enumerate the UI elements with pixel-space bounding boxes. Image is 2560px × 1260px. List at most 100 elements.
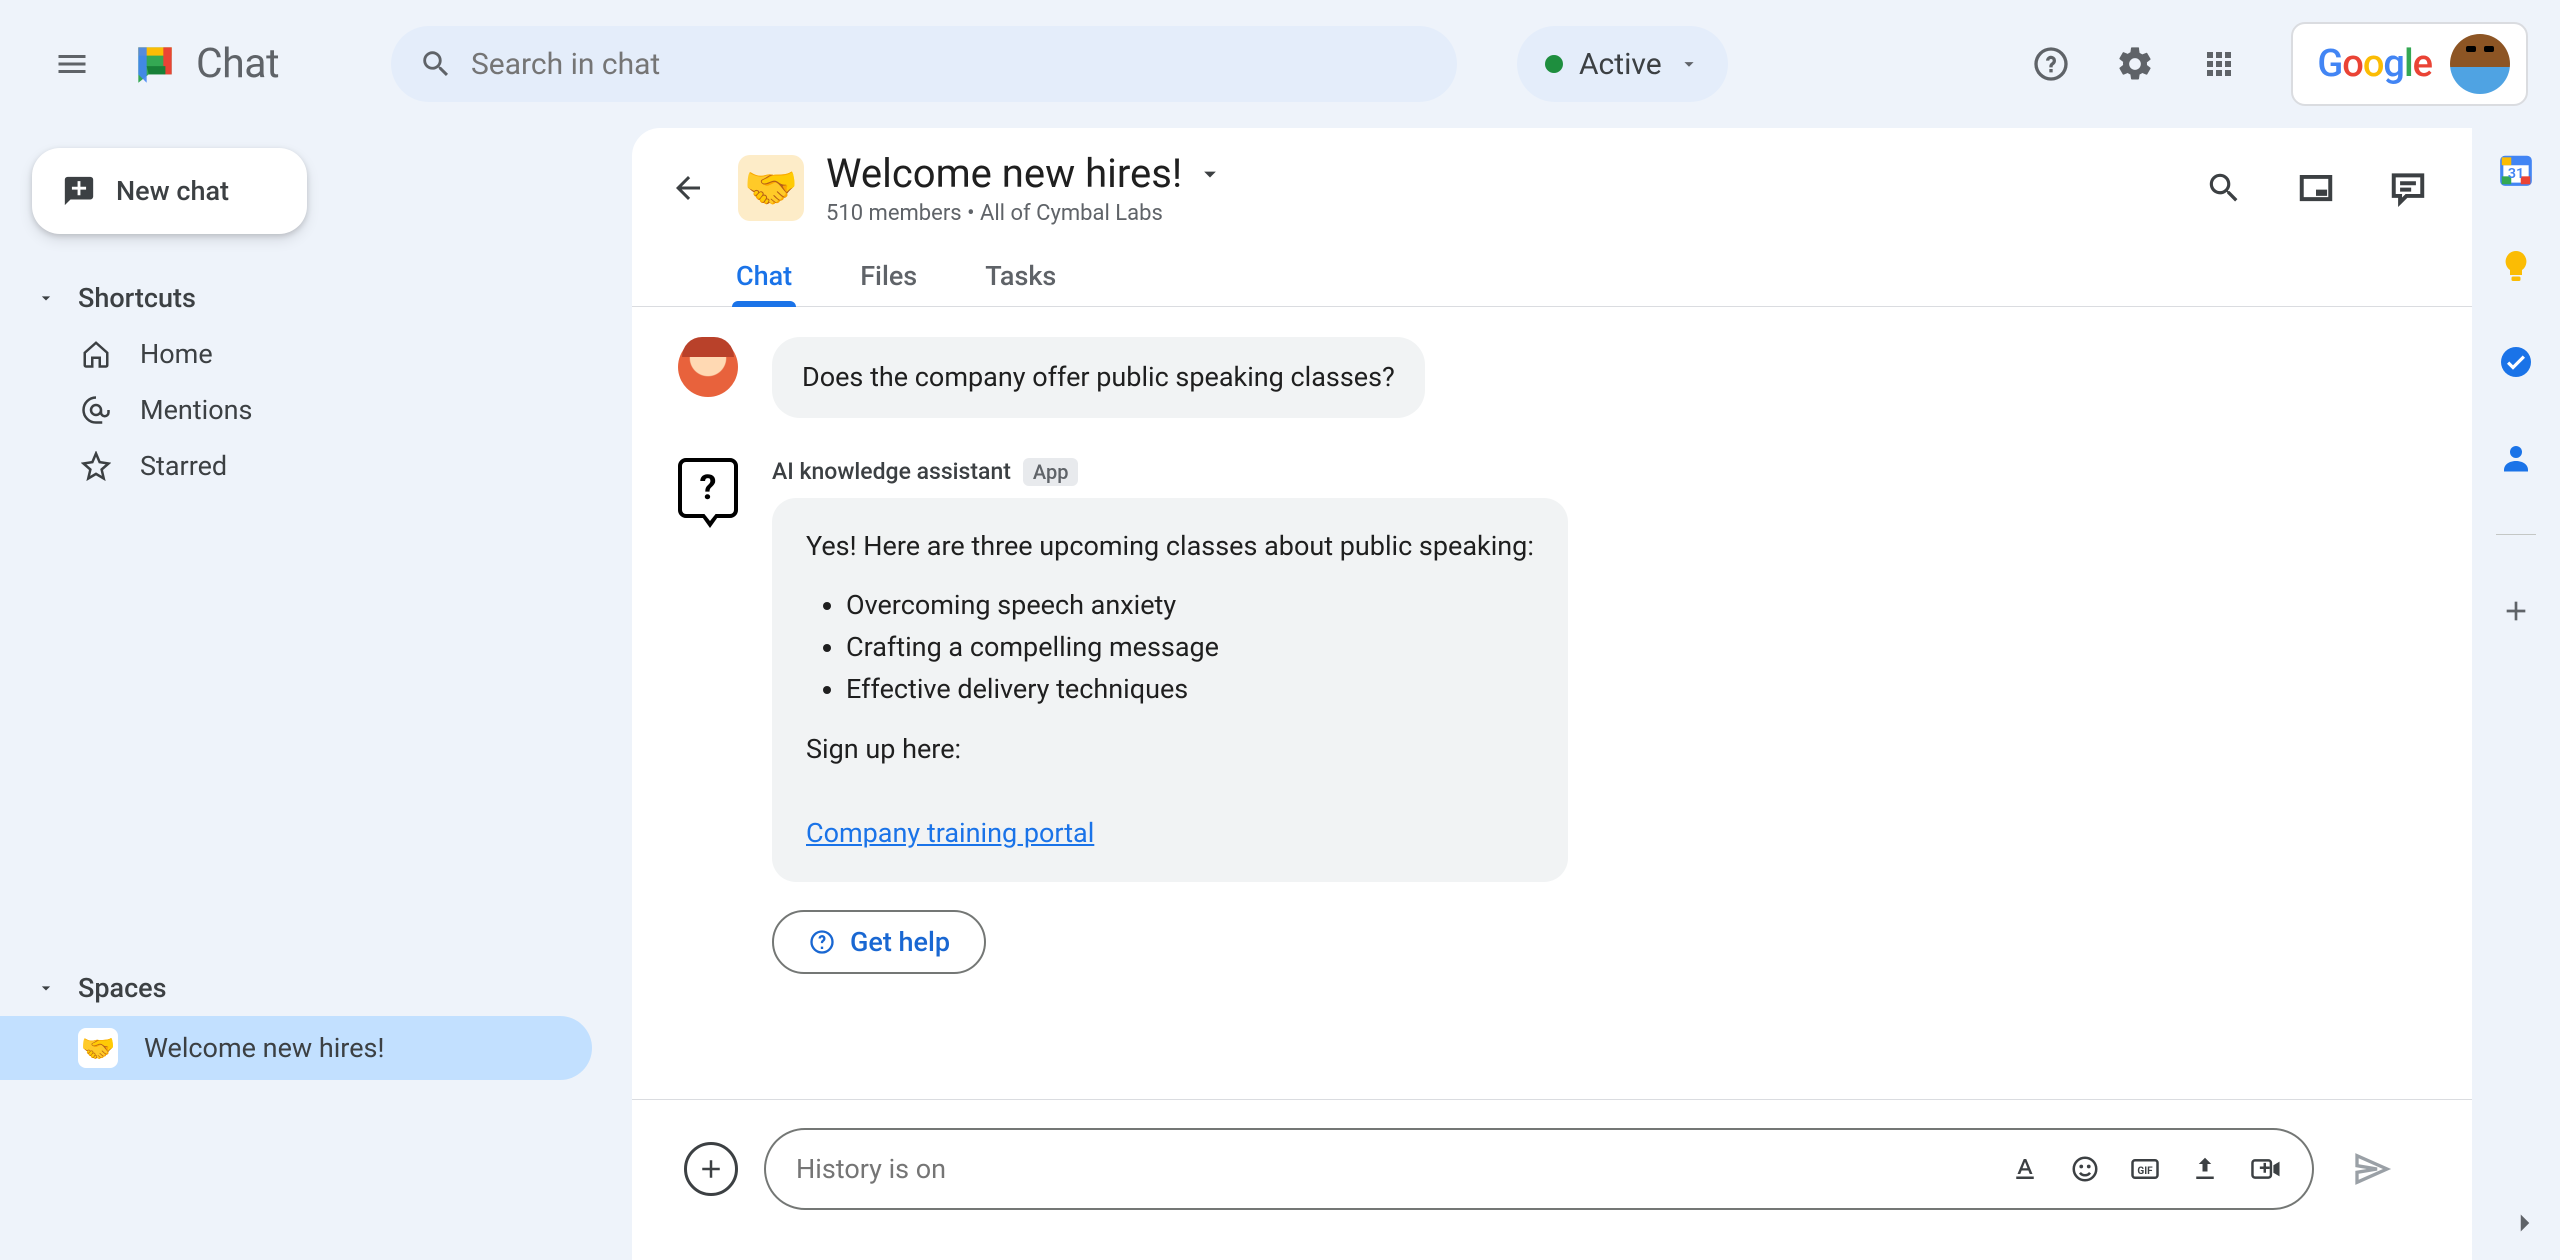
mention-icon xyxy=(81,395,111,425)
hamburger-icon xyxy=(54,46,90,82)
sidebar: New chat Shortcuts Home Mentions Starred xyxy=(0,0,632,1260)
format-button[interactable] xyxy=(2010,1154,2040,1184)
toggle-panel-button[interactable] xyxy=(2292,164,2340,212)
message-list: Does the company offer public speaking c… xyxy=(632,307,2472,1099)
message-row-bot: ? AI knowledge assistant App Yes! Here a… xyxy=(678,458,2412,975)
back-button[interactable] xyxy=(660,160,716,216)
panel-icon xyxy=(2297,169,2335,207)
user-avatar[interactable] xyxy=(2450,34,2510,94)
video-button[interactable] xyxy=(2250,1154,2282,1184)
main-menu-button[interactable] xyxy=(32,24,112,104)
nav-starred[interactable]: Starred xyxy=(0,438,592,494)
caret-down-icon xyxy=(36,288,56,308)
new-chat-button[interactable]: New chat xyxy=(32,148,307,234)
home-icon xyxy=(81,339,111,369)
svg-text:GIF: GIF xyxy=(2137,1166,2153,1177)
tab-tasks[interactable]: Tasks xyxy=(981,246,1060,306)
space-name-label: Welcome new hires! xyxy=(144,1032,384,1064)
brand: Chat xyxy=(130,39,279,89)
rail-keep[interactable] xyxy=(2496,246,2536,286)
user-message-avatar xyxy=(678,337,738,397)
person-icon xyxy=(2498,440,2534,476)
calendar-icon: 31 xyxy=(2497,151,2535,189)
rail-tasks[interactable] xyxy=(2496,342,2536,382)
spaces-label: Spaces xyxy=(78,972,167,1004)
apps-grid-icon xyxy=(2201,46,2237,82)
search-icon xyxy=(419,47,453,81)
shortcuts-header[interactable]: Shortcuts xyxy=(0,270,632,326)
thread-button[interactable] xyxy=(2384,164,2432,212)
compose-box[interactable]: GIF xyxy=(764,1128,2314,1210)
training-portal-link[interactable]: Company training portal xyxy=(806,817,1094,849)
room-subtitle: 510 members • All of Cymbal Labs xyxy=(826,201,1224,226)
compose-area: GIF xyxy=(632,1099,2472,1260)
main-panel: 🤝 Welcome new hires! 510 members • All o… xyxy=(632,0,2472,1260)
status-chip[interactable]: Active xyxy=(1517,26,1728,102)
bot-class-list: Overcoming speech anxiety Crafting a com… xyxy=(846,585,1534,711)
search-input[interactable] xyxy=(471,47,1429,82)
upload-icon xyxy=(2190,1154,2220,1184)
upload-button[interactable] xyxy=(2190,1154,2220,1184)
gif-button[interactable]: GIF xyxy=(2130,1154,2160,1184)
message-row-user: Does the company offer public speaking c… xyxy=(678,337,2412,418)
format-text-icon xyxy=(2010,1154,2040,1184)
bot-name: AI knowledge assistant xyxy=(772,458,1011,485)
conversation-header: 🤝 Welcome new hires! 510 members • All o… xyxy=(632,128,2472,226)
help-icon xyxy=(2031,44,2071,84)
google-account-box[interactable]: Google xyxy=(2291,22,2528,106)
right-rail: 31 xyxy=(2472,0,2560,1260)
apps-button[interactable] xyxy=(2195,40,2243,88)
tab-chat[interactable]: Chat xyxy=(732,246,796,306)
room-emoji-icon: 🤝 xyxy=(738,155,804,221)
rail-add[interactable] xyxy=(2496,591,2536,631)
new-chat-label: New chat xyxy=(116,175,229,207)
settings-button[interactable] xyxy=(2111,40,2159,88)
rail-contacts[interactable] xyxy=(2496,438,2536,478)
help-button[interactable] xyxy=(2027,40,2075,88)
bot-list-item: Effective delivery techniques xyxy=(846,669,1534,711)
compose-add-button[interactable] xyxy=(684,1142,738,1196)
nav-home[interactable]: Home xyxy=(0,326,592,382)
rail-collapse-button[interactable] xyxy=(2508,1206,2542,1240)
rail-calendar[interactable]: 31 xyxy=(2496,150,2536,190)
top-actions: Google xyxy=(2027,22,2528,106)
gif-icon: GIF xyxy=(2130,1154,2160,1184)
send-button[interactable] xyxy=(2352,1149,2392,1189)
caret-down-icon xyxy=(36,978,56,998)
nav-mentions[interactable]: Mentions xyxy=(0,382,592,438)
bot-avatar-icon: ? xyxy=(678,458,738,518)
bot-signup-text: Sign up here: xyxy=(806,729,1534,771)
spaces-header[interactable]: Spaces xyxy=(0,960,632,1016)
chevron-down-icon[interactable] xyxy=(1196,160,1224,188)
status-dot-icon xyxy=(1545,55,1563,73)
space-welcome-new-hires[interactable]: 🤝 Welcome new hires! xyxy=(0,1016,592,1080)
search-in-conversation-button[interactable] xyxy=(2200,164,2248,212)
new-chat-icon xyxy=(62,174,96,208)
user-message-bubble: Does the company offer public speaking c… xyxy=(772,337,1425,418)
room-title: Welcome new hires! xyxy=(826,150,1182,197)
chevron-down-icon xyxy=(1678,53,1700,75)
top-bar: Chat Active Google xyxy=(0,0,2560,128)
chevron-right-icon xyxy=(2508,1206,2542,1240)
google-logo: Google xyxy=(2317,42,2432,86)
plus-icon xyxy=(696,1154,726,1184)
tasks-icon xyxy=(2498,344,2534,380)
compose-input[interactable] xyxy=(796,1153,1996,1185)
emoji-icon xyxy=(2070,1154,2100,1184)
gear-icon xyxy=(2115,44,2155,84)
search-icon xyxy=(2205,169,2243,207)
tab-files[interactable]: Files xyxy=(856,246,921,306)
emoji-button[interactable] xyxy=(2070,1154,2100,1184)
chat-logo-icon xyxy=(130,39,180,89)
app-badge: App xyxy=(1023,458,1079,486)
bot-list-item: Crafting a compelling message xyxy=(846,627,1534,669)
bot-message-bubble: Yes! Here are three upcoming classes abo… xyxy=(772,498,1568,883)
plus-icon xyxy=(2500,595,2532,627)
keep-icon xyxy=(2498,248,2534,284)
arrow-left-icon xyxy=(670,170,706,206)
bot-list-item: Overcoming speech anxiety xyxy=(846,585,1534,627)
get-help-button[interactable]: Get help xyxy=(772,910,986,974)
nav-home-label: Home xyxy=(140,338,213,370)
search-bar[interactable] xyxy=(391,26,1457,102)
status-label: Active xyxy=(1579,47,1662,82)
